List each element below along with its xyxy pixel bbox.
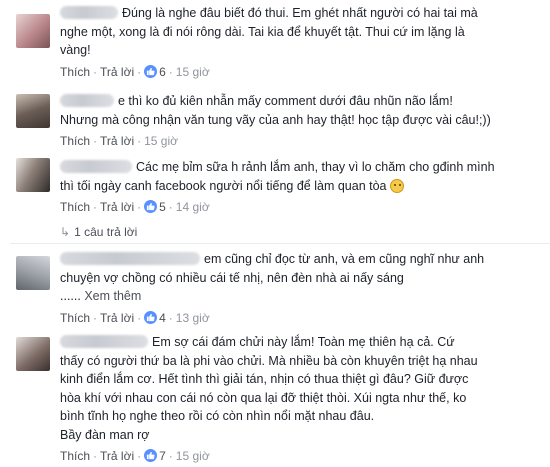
comment-text: Em sợ cái đám chửi này lắm! Toàn mẹ thiê… — [60, 333, 538, 352]
like-count[interactable]: 7 — [159, 449, 166, 463]
timestamp[interactable]: 13 giờ — [176, 311, 210, 325]
timestamp[interactable]: 15 giờ — [176, 449, 210, 463]
like-count[interactable]: 4 — [159, 311, 166, 325]
avatar[interactable] — [16, 14, 50, 48]
comment-text-line: chuyện vợ chồng có nhiều cái tế nhị, nên… — [60, 270, 404, 285]
comment-text: em cũng chỉ đọc từ anh, và em cũng nghĩ … — [60, 250, 538, 269]
like-count[interactable]: 5 — [159, 200, 166, 214]
thumbs-up-icon — [144, 64, 158, 78]
reply-arrow-icon: ↳ — [60, 225, 71, 239]
comment-text-line: thấy có người thứ ba là phi vào chửi. Mà… — [60, 353, 478, 368]
comment-actions: Thích · Trả lời · 4 · 13 giờ — [60, 310, 210, 325]
avatar[interactable] — [16, 158, 50, 192]
avatar[interactable] — [16, 256, 50, 290]
see-more-link[interactable]: Xem thêm — [84, 289, 141, 303]
timestamp[interactable]: 15 giờ — [144, 134, 178, 148]
like-link[interactable]: Thích — [60, 200, 90, 214]
reply-link[interactable]: Trả lời — [100, 200, 134, 214]
comment-text-line: Nhưng mà công nhận văn tung vãy của anh … — [60, 112, 491, 127]
comment-text-line: hòa khí với nhau con cái nó còn qua lại … — [60, 390, 467, 405]
thumbs-up-icon — [144, 310, 158, 324]
like-link[interactable]: Thích — [60, 311, 90, 325]
commenter-name[interactable] — [60, 335, 148, 348]
divider — [10, 243, 550, 244]
comment-text-line: kinh điển lắm cơ. Hết tình thì giải tán,… — [60, 372, 469, 386]
commenter-name[interactable] — [60, 252, 200, 265]
comment-actions: Thích · Trả lời · 6 · 15 giờ — [60, 64, 210, 79]
comment-text: Đúng là nghe đâu biết đó thui. Em ghét n… — [60, 4, 538, 23]
timestamp[interactable]: 14 giờ — [176, 200, 210, 214]
timestamp[interactable]: 15 giờ — [176, 65, 210, 79]
like-link[interactable]: Thích — [60, 449, 90, 463]
grinning-emoji-icon — [390, 178, 404, 193]
like-link[interactable]: Thích — [60, 65, 90, 79]
like-count[interactable]: 6 — [159, 65, 166, 79]
commenter-name[interactable] — [60, 160, 132, 173]
thumbs-up-icon — [144, 200, 158, 213]
reply-link[interactable]: Trả lời — [100, 134, 134, 148]
reply-link[interactable]: Trả lời — [100, 65, 134, 79]
commenter-name[interactable] — [60, 94, 114, 107]
comment-text-line: vàng! — [60, 43, 91, 57]
comment-text-line: bình tĩnh họ nghe theo rồi có còn nhìn n… — [60, 409, 375, 423]
thumbs-up-icon — [144, 449, 158, 462]
like-link[interactable]: Thích — [60, 134, 90, 148]
reply-link[interactable]: Trả lời — [100, 311, 134, 325]
comment-actions: Thích · Trả lời · 7 · 15 giờ — [60, 449, 210, 463]
comment-text-line: nghe một, xong là đi nói rông dài. Tai k… — [60, 24, 465, 39]
comment-actions: Thích · Trả lời · 5 · 14 giờ — [60, 200, 210, 214]
comment-text-line: Bầy đàn man rợ — [60, 427, 150, 442]
reply-link[interactable]: Trả lời — [100, 449, 134, 463]
avatar[interactable] — [16, 337, 50, 371]
comment-text-line: thì tối ngày canh facebook người nổi tiế… — [60, 177, 538, 196]
comment-text: Các mẹ bỉm sữa h rảnh lắm anh, thay vì l… — [60, 158, 538, 177]
view-replies-link[interactable]: ↳ 1 câu trả lời — [60, 224, 137, 240]
comment-text-line: ...... Xem thêm — [60, 289, 142, 303]
comment-text: e thì ko đủ kiên nhẫn mấy comment dưới đ… — [60, 92, 538, 111]
avatar[interactable] — [16, 94, 50, 128]
commenter-name[interactable] — [60, 6, 118, 19]
comment-actions: Thích · Trả lời · 15 giờ — [60, 134, 178, 148]
